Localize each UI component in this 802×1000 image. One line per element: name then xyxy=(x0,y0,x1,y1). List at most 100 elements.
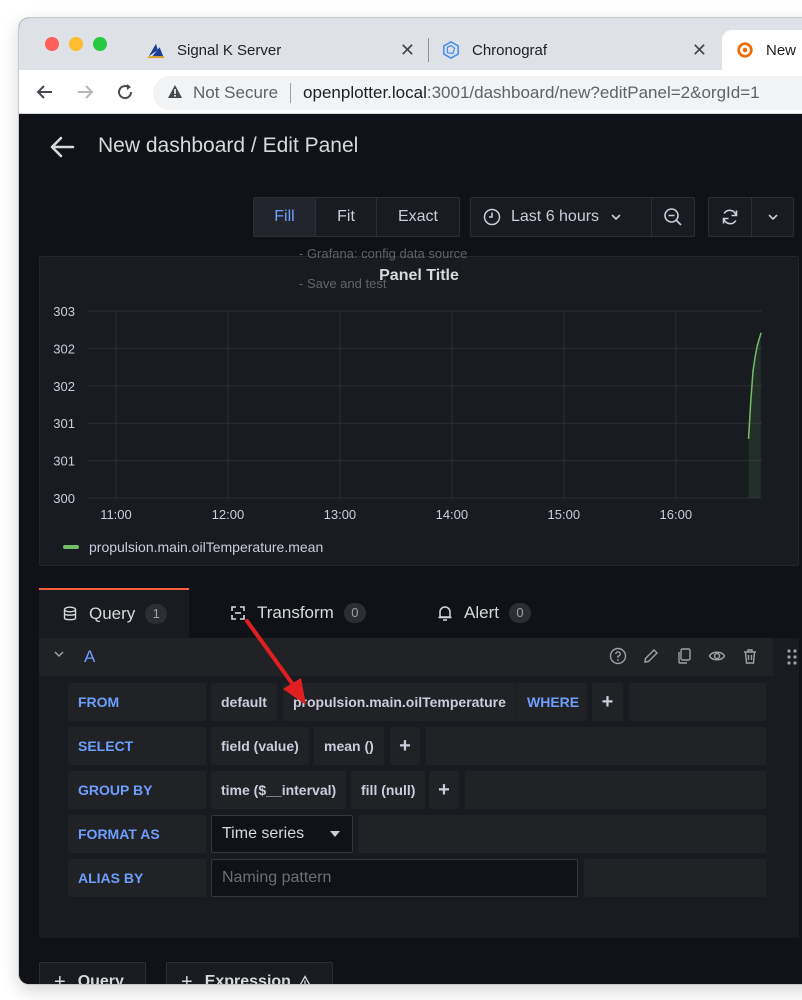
help-icon[interactable] xyxy=(609,647,627,665)
close-icon[interactable]: ✕ xyxy=(400,40,415,60)
tab-signal-k-server[interactable]: Signal K Server ✕ xyxy=(147,30,425,70)
chart-canvas: 303 302 302 301 301 300 11:00 12:00 13:00 14:00 15… xyxy=(53,304,762,522)
refresh-button[interactable] xyxy=(709,198,752,236)
format-as-row: FORMAT AS Time series xyxy=(68,815,768,853)
add-group-by-button[interactable]: + xyxy=(429,771,459,809)
legend-swatch xyxy=(63,545,79,549)
tab-query[interactable]: Query 1 xyxy=(39,588,189,638)
refresh-interval-dropdown[interactable] xyxy=(752,198,793,236)
page-title: New dashboard / Edit Panel xyxy=(98,134,359,157)
from-row-filler xyxy=(629,683,766,721)
warning-icon xyxy=(297,974,313,984)
retention-policy-selector[interactable]: default xyxy=(211,683,277,721)
y-tick-label: 300 xyxy=(53,491,75,506)
duplicate-icon[interactable] xyxy=(675,647,693,665)
editor-tabs: Query 1 Transform 0 Alert 0 xyxy=(39,588,799,638)
close-window-button[interactable] xyxy=(45,37,59,51)
y-tick-label: 301 xyxy=(53,454,75,469)
back-icon[interactable] xyxy=(33,80,57,104)
forward-icon[interactable] xyxy=(73,80,97,104)
data-point xyxy=(754,355,757,357)
group-by-row: GROUP BY time ($__interval) fill (null) … xyxy=(68,771,768,809)
eye-icon[interactable] xyxy=(708,647,726,665)
clock-icon xyxy=(483,208,501,226)
measurement-selector[interactable]: propulsion.main.oilTemperature xyxy=(283,683,516,721)
tab-title: New xyxy=(766,41,797,59)
plus-icon: + xyxy=(54,970,66,985)
add-select-part-button[interactable]: + xyxy=(390,727,420,765)
grafana-icon xyxy=(736,41,754,59)
chevron-down-icon xyxy=(611,213,621,221)
query-name[interactable]: A xyxy=(84,647,95,667)
collapse-chevron-icon[interactable] xyxy=(53,646,65,662)
trash-icon[interactable] xyxy=(741,647,759,665)
from-label: FROM xyxy=(68,683,206,721)
refresh-icon xyxy=(720,207,740,227)
data-point xyxy=(756,343,759,346)
tab-grafana-active[interactable]: New xyxy=(722,30,802,70)
query-row-header[interactable]: A xyxy=(39,638,773,676)
x-tick-label: 13:00 xyxy=(324,507,357,522)
query-editor: A FROM default propulsion.main.oilTemper… xyxy=(39,638,799,938)
transform-icon xyxy=(229,604,247,622)
format-as-select[interactable]: Time series xyxy=(211,815,353,853)
alias-by-row: ALIAS BY Naming pattern xyxy=(68,859,768,897)
group-by-fill-part[interactable]: fill (null) xyxy=(351,771,426,809)
y-tick-label: 301 xyxy=(53,416,75,431)
view-mode-fit[interactable]: Fit xyxy=(316,198,377,236)
tab-strip: Signal K Server ✕ Chronograf ✕ New xyxy=(19,18,802,70)
tab-chronograf[interactable]: Chronograf ✕ xyxy=(442,30,717,70)
refresh-picker-group xyxy=(708,197,794,237)
x-tick-label: 16:00 xyxy=(660,507,693,522)
add-query-button[interactable]: + Query xyxy=(39,962,146,984)
back-arrow-icon[interactable] xyxy=(49,135,75,159)
zoom-out-button[interactable] xyxy=(652,198,694,236)
view-mode-fill[interactable]: Fill xyxy=(254,198,316,236)
close-icon[interactable]: ✕ xyxy=(692,40,707,60)
overlay-text-line: - Save and test xyxy=(299,276,387,291)
legend-item[interactable]: propulsion.main.oilTemperature.mean xyxy=(63,539,323,555)
maximize-window-button[interactable] xyxy=(93,37,107,51)
select-label: SELECT xyxy=(68,727,206,765)
y-tick-label: 302 xyxy=(53,341,75,356)
security-label[interactable]: Not Secure xyxy=(193,83,278,103)
time-picker-group: Last 6 hours xyxy=(470,197,695,237)
tab-alert[interactable]: Alert 0 xyxy=(436,588,531,638)
from-row: FROM default propulsion.main.oilTemperat… xyxy=(68,683,768,721)
group-by-time-part[interactable]: time ($__interval) xyxy=(211,771,347,809)
time-range-picker[interactable]: Last 6 hours xyxy=(471,198,652,236)
add-expression-label: Expression xyxy=(204,973,291,984)
data-point xyxy=(752,370,754,372)
alias-by-label: ALIAS BY xyxy=(68,859,206,897)
chevron-down-icon xyxy=(767,213,778,221)
add-where-button[interactable]: + xyxy=(592,683,623,721)
data-point xyxy=(747,437,750,439)
panel-title[interactable]: Panel Title xyxy=(40,267,798,285)
url-host: openplotter.local xyxy=(303,83,427,102)
bell-icon xyxy=(436,604,454,622)
address-bar[interactable]: Not Secure openplotter.local :3001/dashb… xyxy=(153,76,802,110)
x-tick-label: 11:00 xyxy=(100,507,132,522)
select-row: SELECT field (value) mean () + xyxy=(68,727,768,765)
add-expression-button[interactable]: + Expression xyxy=(166,962,333,984)
tab-count-badge: 0 xyxy=(343,603,366,623)
edit-pencil-icon[interactable] xyxy=(642,647,660,665)
legend-label: propulsion.main.oilTemperature.mean xyxy=(89,539,324,555)
select-field-part[interactable]: field (value) xyxy=(211,727,309,765)
tab-transform[interactable]: Transform 0 xyxy=(229,588,366,638)
format-as-label: FORMAT AS xyxy=(68,815,206,853)
view-mode-exact[interactable]: Exact xyxy=(377,198,459,236)
group-by-label: GROUP BY xyxy=(68,771,206,809)
select-row-filler xyxy=(426,727,766,765)
alias-by-input[interactable]: Naming pattern xyxy=(211,859,578,897)
browser-window: Signal K Server ✕ Chronograf ✕ New Not S… xyxy=(19,18,802,984)
minimize-window-button[interactable] xyxy=(69,37,83,51)
database-icon xyxy=(61,605,79,623)
reload-icon[interactable] xyxy=(113,80,137,104)
grafana-app: New dashboard / Edit Panel Fill Fit Exac… xyxy=(19,114,802,984)
drag-handle-icon[interactable] xyxy=(785,648,799,666)
select-aggregate-part[interactable]: mean () xyxy=(314,727,384,765)
tab-count-badge: 1 xyxy=(145,604,168,624)
caret-down-icon xyxy=(330,828,340,840)
x-tick-label: 12:00 xyxy=(212,507,245,522)
